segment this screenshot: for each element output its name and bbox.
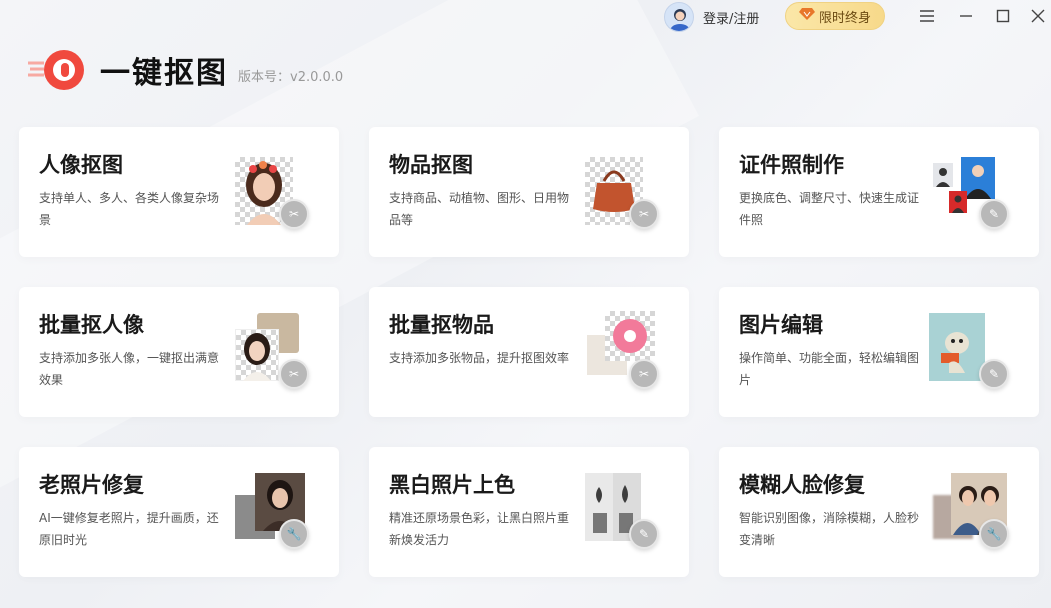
handbag-thumbnail: ✂ [585, 157, 661, 233]
card-title: 图片编辑 [739, 313, 823, 337]
batch-object-thumbnail: ✂ [585, 311, 661, 393]
card-colorize[interactable]: 黑白照片上色 精准还原场景色彩，让黑白照片重新焕发活力 ✎ [369, 447, 689, 577]
maximize-icon [996, 9, 1010, 23]
pencil-icon: ✎ [979, 199, 1009, 229]
card-title: 物品抠图 [389, 153, 473, 177]
face-deblur-thumbnail: 🔧 [933, 473, 1011, 553]
card-description: 支持商品、动植物、图形、日用物品等 [389, 191, 570, 227]
vip-label: 限时终身 [818, 10, 871, 26]
wrench-icon: 🔧 [279, 519, 309, 549]
card-description: 支持单人、多人、各类人像复杂场景 [39, 191, 220, 227]
menu-icon [920, 10, 934, 22]
card-image-edit[interactable]: 图片编辑 操作简单、功能全面，轻松编辑图片 ✎ [719, 287, 1039, 417]
card-description: 精准还原场景色彩，让黑白照片重新焕发活力 [389, 511, 570, 547]
diamond-icon [798, 7, 815, 25]
title-bar: 登录/注册 限时终身 [0, 0, 1051, 34]
card-old-photo-restore[interactable]: 老照片修复 AI一键修复老照片，提升画质，还原旧时光 🔧 [19, 447, 339, 577]
app-logo-area: 一键抠图 版本号：v2.0.0.0 [28, 48, 343, 92]
card-description: AI一键修复老照片，提升画质，还原旧时光 [39, 511, 219, 547]
portrait-thumbnail: ✂ [235, 157, 311, 233]
card-object-cutout[interactable]: 物品抠图 支持商品、动植物、图形、日用物品等 ✂ [369, 127, 689, 257]
card-description: 支持添加多张人像，一键抠出满意效果 [39, 351, 220, 387]
close-button[interactable] [1027, 6, 1049, 26]
scissors-icon: ✂ [279, 199, 309, 229]
card-title: 证件照制作 [739, 153, 844, 177]
batch-portrait-thumbnail: ✂ [235, 313, 311, 393]
card-description: 操作简单、功能全面，轻松编辑图片 [739, 351, 920, 387]
card-description: 支持添加多张物品，提升抠图效率 [389, 351, 570, 365]
app-version: 版本号：v2.0.0.0 [238, 69, 344, 85]
scissors-icon: ✂ [629, 359, 659, 389]
minimize-icon [960, 15, 972, 17]
card-title: 老照片修复 [39, 473, 144, 497]
card-batch-object[interactable]: 批量抠物品 支持添加多张物品，提升抠图效率 ✂ [369, 287, 689, 417]
wrench-icon: 🔧 [979, 519, 1009, 549]
close-icon [1031, 9, 1045, 23]
card-title: 人像抠图 [39, 153, 123, 177]
minimize-button[interactable] [955, 6, 977, 26]
card-title: 批量抠人像 [39, 313, 144, 337]
card-id-photo[interactable]: 证件照制作 更换底色、调整尺寸、快速生成证件照 ✎ [719, 127, 1039, 257]
app-logo-icon [28, 50, 84, 90]
pencil-icon: ✎ [979, 359, 1009, 389]
card-batch-portrait[interactable]: 批量抠人像 支持添加多张人像，一键抠出满意效果 ✂ [19, 287, 339, 417]
card-face-deblur[interactable]: 模糊人脸修复 智能识别图像，消除模糊，人脸秒变清晰 🔧 [719, 447, 1039, 577]
menu-button[interactable] [916, 6, 938, 26]
scissors-icon: ✂ [629, 199, 659, 229]
image-edit-thumbnail: ✎ [929, 313, 1011, 393]
login-button[interactable]: 登录/注册 [664, 2, 759, 32]
maximize-button[interactable] [992, 6, 1014, 26]
card-title: 黑白照片上色 [389, 473, 515, 497]
colorize-thumbnail: ✎ [585, 473, 661, 553]
pencil-icon: ✎ [629, 519, 659, 549]
scissors-icon: ✂ [279, 359, 309, 389]
app-name: 一键抠图 [100, 56, 228, 91]
card-portrait-cutout[interactable]: 人像抠图 支持单人、多人、各类人像复杂场景 ✂ [19, 127, 339, 257]
card-title: 模糊人脸修复 [739, 473, 865, 497]
old-photo-thumbnail: 🔧 [235, 473, 311, 553]
login-label: 登录/注册 [703, 11, 760, 27]
id-photo-thumbnail: ✎ [933, 157, 1011, 233]
vip-lifetime-button[interactable]: 限时终身 [785, 2, 885, 30]
card-description: 更换底色、调整尺寸、快速生成证件照 [739, 191, 920, 227]
card-description: 智能识别图像，消除模糊，人脸秒变清晰 [739, 511, 920, 547]
user-avatar-icon [664, 2, 694, 32]
card-title: 批量抠物品 [389, 313, 494, 337]
